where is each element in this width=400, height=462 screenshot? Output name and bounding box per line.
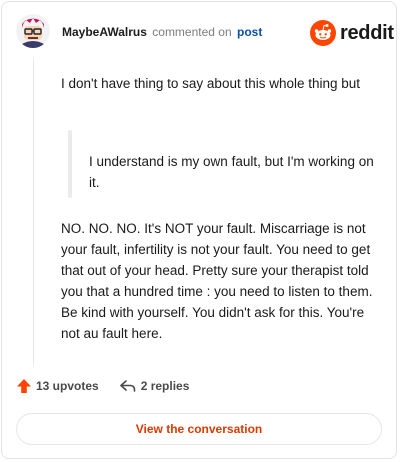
reddit-snoo-icon: [310, 20, 336, 46]
comment-paragraph-1: I don't have thing to say about this who…: [61, 76, 361, 91]
thread-line: [33, 58, 34, 366]
quote-bar: [68, 130, 72, 198]
comment-header: MaybeAWalrus commented on post: [62, 25, 262, 39]
avatar-image: [16, 14, 50, 48]
post-link[interactable]: post: [237, 25, 262, 39]
reddit-wordmark: reddit: [340, 21, 394, 44]
avatar[interactable]: [16, 14, 50, 48]
upvote-count: 13 upvotes: [36, 379, 99, 393]
comment-actions: 13 upvotes 2 replies: [16, 378, 189, 394]
commented-on-label: commented on: [152, 25, 232, 39]
view-conversation-label: View the conversation: [135, 422, 263, 436]
upvote-action[interactable]: 13 upvotes: [16, 378, 99, 394]
username[interactable]: MaybeAWalrus: [62, 25, 147, 39]
reddit-logo[interactable]: reddit: [310, 20, 394, 46]
reply-arrow-icon: [119, 380, 136, 392]
reply-count: 2 replies: [140, 379, 190, 393]
replies-action[interactable]: 2 replies: [119, 378, 190, 394]
view-conversation-button[interactable]: View the conversation: [16, 413, 382, 445]
comment-paragraph-2: NO. NO. NO. It's NOT your fault. Miscarr…: [61, 221, 373, 341]
quoted-text: I understand is my own fault, but I'm wo…: [89, 154, 374, 190]
upvote-arrow-icon: [17, 379, 31, 393]
